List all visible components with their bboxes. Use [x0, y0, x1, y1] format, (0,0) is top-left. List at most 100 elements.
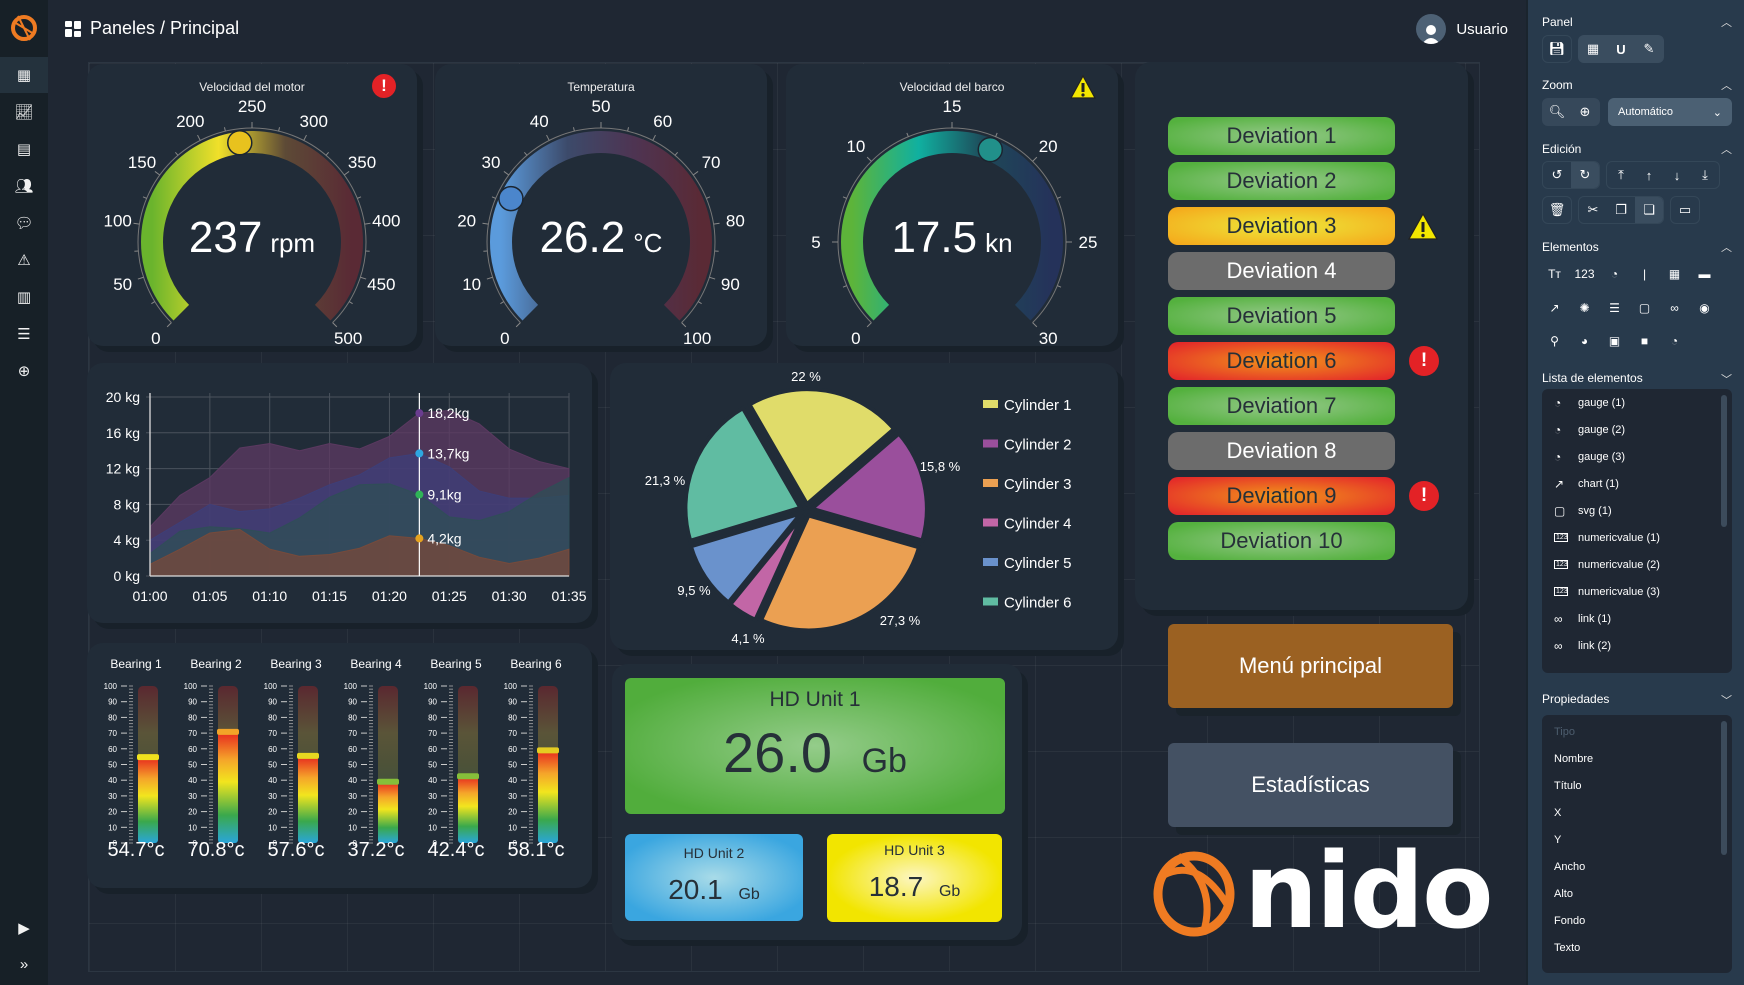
- deviation-indicator[interactable]: Deviation 8: [1168, 432, 1395, 470]
- link-icon[interactable]: ∞: [1664, 297, 1685, 318]
- element-list[interactable]: ◔ gauge (1) ◔ gauge (2) ◔ gauge (3) ↗ chart (1)…: [1542, 389, 1732, 673]
- hd-unit-2[interactable]: HD Unit 2 20.1 Gb: [625, 834, 803, 921]
- properties-scrollbar[interactable]: [1721, 721, 1727, 855]
- gauge-needle-knob[interactable]: [498, 185, 524, 212]
- breadcrumb-text[interactable]: Paneles / Principal: [90, 18, 239, 39]
- gauge-dial[interactable]: 0 5 10 15 20 25 30 17.5 kn: [786, 64, 1118, 346]
- gauge-needle-knob[interactable]: [227, 129, 253, 156]
- paste-icon[interactable]: ❏: [1635, 197, 1663, 223]
- warning-icon[interactable]: [1070, 75, 1096, 99]
- element-list-item[interactable]: ↗ chart (1): [1542, 470, 1732, 497]
- deviation-indicator[interactable]: Deviation 6: [1168, 342, 1395, 380]
- nav-help[interactable]: ⊕: [0, 353, 48, 389]
- copy-icon[interactable]: ❐: [1607, 197, 1635, 223]
- zoom-select[interactable]: Automático ⌄: [1608, 98, 1732, 126]
- pie-chart[interactable]: 22 % Cylinder 1 15,8 % Cylinder 2 27,3 % Cyli…: [610, 363, 1118, 650]
- image-icon[interactable]: ▣: [1604, 330, 1625, 351]
- chevron-down-icon[interactable]: ﹀: [1721, 371, 1732, 387]
- magnet-icon[interactable]: U: [1607, 36, 1635, 62]
- legend-label[interactable]: Cylinder 4: [1004, 516, 1072, 533]
- text-icon[interactable]: Tт: [1544, 263, 1565, 284]
- deviation-indicator[interactable]: Deviation 3: [1168, 207, 1395, 245]
- chevron-up-icon[interactable]: ︿: [1721, 14, 1732, 30]
- element-list-item[interactable]: ◔ gauge (3): [1542, 443, 1732, 470]
- nav-alert[interactable]: ⚠: [0, 242, 48, 278]
- legend-label[interactable]: Cylinder 1: [1004, 397, 1072, 414]
- list-icon[interactable]: ☰: [1604, 297, 1625, 318]
- chevron-up-icon[interactable]: ︿: [1721, 141, 1732, 157]
- nav-chat[interactable]: 💬︎: [0, 205, 48, 241]
- window-icon[interactable]: ▭: [1671, 197, 1699, 223]
- nav-expand[interactable]: »: [0, 946, 48, 982]
- ruler-horizontal-icon[interactable]: ▬: [1694, 263, 1715, 284]
- gauge-dial[interactable]: 0 50 100 150 200 250 300 350 400 450 500 237 rpm: [87, 64, 417, 346]
- list-scrollbar[interactable]: [1721, 395, 1727, 527]
- bearing-gauge[interactable]: Bearing 6 100 90 80 70 60 50 40 30 20 10 0 58.1°c: [497, 643, 575, 863]
- bearing-gauge[interactable]: Bearing 4 100 90 80 70 60 50 40 30 20 10 0 37.2°c: [337, 643, 415, 863]
- pie-icon[interactable]: ◔: [1664, 330, 1685, 351]
- bearing-gauge[interactable]: Bearing 3 100 90 80 70 60 50 40 30 20 10 0 57.6°c: [257, 643, 335, 863]
- gauge-motor-speed[interactable]: Velocidad del motor 0 50 100 150 200 250 300 350…: [87, 64, 417, 346]
- cut-icon[interactable]: ✂: [1579, 197, 1607, 223]
- element-list-item[interactable]: ▢ svg (1): [1542, 497, 1732, 524]
- nav-users[interactable]: 👥︎: [0, 168, 48, 204]
- deviation-indicator[interactable]: Deviation 2: [1168, 162, 1395, 200]
- property-row[interactable]: Ancho: [1542, 853, 1732, 880]
- property-row[interactable]: X: [1542, 799, 1732, 826]
- pie-chart-card[interactable]: 22 % Cylinder 1 15,8 % Cylinder 2 27,3 % Cyli…: [610, 363, 1118, 650]
- zoom-in-icon[interactable]: ⊕: [1571, 99, 1599, 125]
- nav-document[interactable]: ▤: [0, 131, 48, 167]
- hd-unit-1[interactable]: HD Unit 1 26.0 Gb: [625, 678, 1005, 814]
- element-list-item[interactable]: ∞ link (1): [1542, 605, 1732, 632]
- gauge-needle-knob[interactable]: [977, 136, 1004, 163]
- grid-icon[interactable]: ▦: [1579, 36, 1607, 62]
- legend-label[interactable]: Cylinder 3: [1004, 476, 1072, 493]
- nav-checklist[interactable]: ☰: [0, 316, 48, 352]
- element-list-item[interactable]: 123 numericvalue (1): [1542, 524, 1732, 551]
- alert-icon[interactable]: !: [1409, 481, 1439, 511]
- property-row[interactable]: Fondo: [1542, 907, 1732, 934]
- bearing-gauge[interactable]: Bearing 2 100 90 80 70 60 50 40 30 20 10 0 70.8°c: [177, 643, 255, 863]
- zoom-out-icon[interactable]: 🔍︎: [1543, 99, 1571, 125]
- hd-unit-3[interactable]: HD Unit 3 18.7 Gb: [827, 834, 1002, 922]
- nav-chart[interactable]: 📈︎: [0, 94, 48, 130]
- chevron-up-icon[interactable]: ︿: [1721, 239, 1732, 255]
- gauge-icon[interactable]: ◔: [1604, 263, 1625, 284]
- gauge-dial[interactable]: 0 10 20 30 40 50 60 70 80 90 100 26.2 °C: [435, 64, 767, 346]
- ruler-vertical-icon[interactable]: |: [1634, 263, 1655, 284]
- element-list-item[interactable]: ◔ gauge (2): [1542, 416, 1732, 443]
- gauge-temperature[interactable]: Temperatura 0 10 20 30 40 50 60 70 80 90 100 26.2 °C: [435, 64, 767, 346]
- property-row[interactable]: Tipo: [1542, 718, 1732, 745]
- map-icon[interactable]: ⚲: [1544, 330, 1565, 351]
- toggle-icon[interactable]: ◉: [1694, 297, 1715, 318]
- element-list-item[interactable]: 123 numericvalue (2): [1542, 551, 1732, 578]
- legend-label[interactable]: Cylinder 6: [1004, 595, 1072, 612]
- area-chart-card[interactable]: 0 kg 4 kg 8 kg 12 kg 16 kg 20 kg 01:00 01:05 01:…: [87, 363, 592, 623]
- bearing-gauge[interactable]: Bearing 1 100 90 80 70 60 50 40 30 20 10 0 54.7°c: [97, 643, 175, 863]
- bring-to-front-icon[interactable]: ⤒: [1607, 162, 1635, 188]
- save-icon[interactable]: 💾︎: [1543, 36, 1571, 62]
- send-to-back-icon[interactable]: ⤓: [1691, 162, 1719, 188]
- property-row[interactable]: Alto: [1542, 880, 1732, 907]
- deviation-indicator[interactable]: Deviation 9: [1168, 477, 1395, 515]
- move-down-icon[interactable]: ↓: [1663, 162, 1691, 188]
- alert-icon[interactable]: !: [372, 74, 396, 98]
- deviation-indicator[interactable]: Deviation 4: [1168, 252, 1395, 290]
- statistics-button[interactable]: Estadísticas: [1168, 743, 1453, 827]
- bearings-card[interactable]: Bearing 1 100 90 80 70 60 50 40 30 20 10 0 54.7°c Bea…: [87, 643, 592, 888]
- trash-icon[interactable]: 🗑︎: [1543, 197, 1571, 223]
- element-list-item[interactable]: 123 numericvalue (3): [1542, 578, 1732, 605]
- numeric-icon[interactable]: 123: [1574, 263, 1595, 284]
- redo-icon[interactable]: ↻: [1571, 162, 1599, 188]
- chevron-up-icon[interactable]: ︿: [1721, 77, 1732, 93]
- nido-logo-icon[interactable]: [8, 12, 40, 44]
- warning-icon[interactable]: [1408, 213, 1438, 240]
- element-list-item[interactable]: ∞ link (2): [1542, 632, 1732, 659]
- deviation-indicator[interactable]: Deviation 1: [1168, 117, 1395, 155]
- element-list-item[interactable]: ◔ gauge (1): [1542, 389, 1732, 416]
- chart-icon[interactable]: ↗: [1544, 297, 1565, 318]
- square-icon[interactable]: ■: [1634, 330, 1655, 351]
- nav-report[interactable]: ▥: [0, 279, 48, 315]
- property-row[interactable]: Y: [1542, 826, 1732, 853]
- deviation-indicator[interactable]: Deviation 5: [1168, 297, 1395, 335]
